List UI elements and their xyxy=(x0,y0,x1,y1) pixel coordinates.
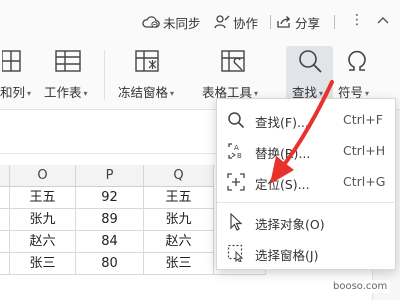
collapse-ribbon-icon[interactable] xyxy=(375,12,391,28)
select-cursor-icon xyxy=(230,213,243,231)
share-label: 分享 xyxy=(295,15,321,31)
table-tools-button[interactable]: 表格工具 ▾ xyxy=(196,40,274,104)
table-cell[interactable]: 张三 xyxy=(144,253,214,275)
collaborate-button[interactable]: 协作 xyxy=(214,13,258,31)
dropdown-arrow-icon: ▾ xyxy=(170,89,175,98)
sync-status-label: 未同步 xyxy=(163,15,201,31)
symbol-button[interactable]: 符号 ▾ xyxy=(336,40,382,104)
worksheet-icon xyxy=(55,50,81,72)
find-button[interactable]: 查找 ▾ xyxy=(286,40,333,104)
menu-divider xyxy=(217,202,397,203)
row-col-label: 和列 xyxy=(0,85,26,100)
sync-status-button[interactable]: 未同步 xyxy=(142,13,201,31)
menu-item-selection-pane[interactable]: 选择窗格(J) xyxy=(217,238,397,268)
freeze-panes-icon xyxy=(135,50,159,72)
table-cell[interactable] xyxy=(0,253,10,275)
freeze-panes-button[interactable]: 冻结窗格 ▾ xyxy=(112,40,186,104)
svg-text:B: B xyxy=(237,152,242,160)
share-button[interactable]: 分享 xyxy=(276,13,320,31)
table-cell[interactable]: 王五 xyxy=(10,187,76,209)
table-cell[interactable] xyxy=(0,187,10,209)
collaborate-icon xyxy=(214,15,230,29)
column-header-q[interactable]: Q xyxy=(144,165,214,187)
dropdown-arrow-icon: ▾ xyxy=(254,89,259,98)
menu-item-find[interactable]: 查找(F)... Ctrl+F xyxy=(217,105,397,135)
replace-icon: A B xyxy=(228,143,242,160)
table-cell[interactable] xyxy=(0,231,10,253)
find-dropdown-menu: 查找(F)... Ctrl+F A B 替换(R)... Ctrl+H 定位(S… xyxy=(216,98,397,270)
menu-item-shortcut: Ctrl+H xyxy=(343,143,386,158)
watermark: booso.com xyxy=(330,280,391,293)
column-header-p[interactable]: P xyxy=(76,165,144,187)
menu-item-label: 定位(S)... xyxy=(255,177,310,192)
menu-item-select-objects[interactable]: 选择对象(O) xyxy=(217,207,397,237)
menu-item-label: 查找(F)... xyxy=(255,115,309,130)
cloud-icon xyxy=(142,16,160,28)
dropdown-arrow-icon: ▾ xyxy=(365,89,370,98)
search-icon xyxy=(228,112,245,129)
title-bar: 未同步 协作 分享 ⋮ xyxy=(0,0,400,40)
collaborate-label: 协作 xyxy=(233,15,259,31)
column-header-o[interactable]: O xyxy=(10,165,76,187)
more-options-icon[interactable]: ⋮ xyxy=(350,12,364,28)
worksheet-label: 工作表 xyxy=(44,85,82,100)
table-cell[interactable]: 张九 xyxy=(144,209,214,231)
share-icon xyxy=(277,16,291,28)
freeze-panes-label: 冻结窗格 xyxy=(118,85,169,100)
table-cell[interactable]: 张三 xyxy=(10,253,76,275)
menu-item-label: 选择对象(O) xyxy=(255,217,325,232)
table-cell[interactable]: 王五 xyxy=(144,187,214,209)
table-cell[interactable]: 赵六 xyxy=(10,231,76,253)
table-cell[interactable]: 89 xyxy=(76,209,144,231)
ribbon-divider xyxy=(104,50,105,100)
selection-pane-icon xyxy=(227,244,244,262)
omega-icon xyxy=(348,50,366,71)
menu-item-locate[interactable]: 定位(S)... Ctrl+G xyxy=(217,167,397,197)
dropdown-arrow-icon: ▾ xyxy=(27,89,32,98)
row-col-icon xyxy=(2,50,21,72)
table-cell[interactable]: 84 xyxy=(76,231,144,253)
dropdown-arrow-icon: ▾ xyxy=(319,89,324,98)
row-col-button[interactable]: 和列 ▾ xyxy=(0,40,38,104)
table-cell[interactable]: 赵六 xyxy=(144,231,214,253)
table-cell[interactable] xyxy=(0,209,10,231)
table-cell[interactable]: 80 xyxy=(76,253,144,275)
column-header-partial[interactable] xyxy=(0,165,10,187)
toolbar-divider xyxy=(270,15,271,29)
table-cell[interactable]: 92 xyxy=(76,187,144,209)
table-tools-icon xyxy=(221,50,245,72)
table-cell[interactable]: 张九 xyxy=(10,209,76,231)
menu-item-shortcut: Ctrl+F xyxy=(343,112,383,127)
locate-icon xyxy=(227,173,245,191)
menu-item-shortcut: Ctrl+G xyxy=(343,174,386,189)
search-icon xyxy=(299,50,322,73)
menu-item-replace[interactable]: A B 替换(R)... Ctrl+H xyxy=(217,136,397,166)
menu-item-label: 替换(R)... xyxy=(255,146,311,161)
worksheet-button[interactable]: 工作表 ▾ xyxy=(42,40,98,104)
dropdown-arrow-icon: ▾ xyxy=(83,89,88,98)
svg-text:A: A xyxy=(234,144,239,152)
menu-item-label: 选择窗格(J) xyxy=(255,248,319,263)
toolbar-divider xyxy=(334,15,335,29)
